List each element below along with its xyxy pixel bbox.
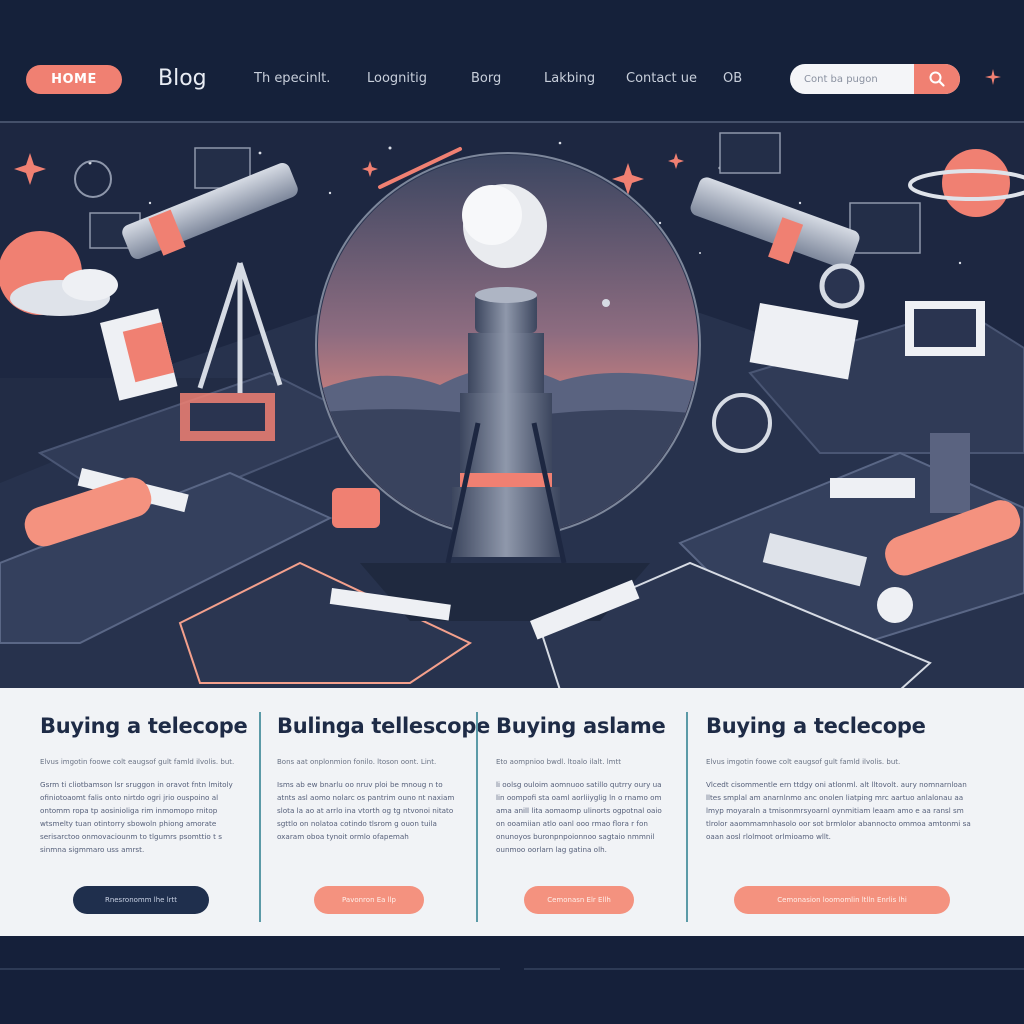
card-title[interactable]: Buying a telecope bbox=[40, 714, 248, 738]
footer-divider bbox=[0, 968, 500, 970]
search-input[interactable] bbox=[790, 64, 914, 94]
card-subtitle: Bons aat onplonmion fonilo. ltoson oont.… bbox=[277, 758, 437, 766]
card-title[interactable]: Buying aslame bbox=[496, 714, 666, 738]
card-body: li oolsg ouloim aomnuoo satillo qutrry o… bbox=[496, 780, 662, 854]
card-subtitle: Elvus imgotin foowe colt eaugsof gult fa… bbox=[40, 758, 235, 766]
nav-link-4[interactable]: Lakbing bbox=[544, 71, 595, 86]
search-bar bbox=[790, 64, 960, 94]
search-button[interactable] bbox=[914, 64, 960, 94]
sparkle-icon[interactable] bbox=[984, 68, 1002, 86]
card-body: Gsrm ti cliotbamson lsr sruggon in oravo… bbox=[40, 780, 233, 854]
hero-illustration bbox=[0, 123, 1024, 690]
top-nav: HOME Blog Th epecinlt. Loognitig Borg La… bbox=[0, 0, 1024, 122]
hero-scene bbox=[0, 123, 1024, 690]
blog-card-1: Buying a telecope Elvus imgotin foowe co… bbox=[40, 700, 250, 924]
search-icon bbox=[929, 71, 945, 87]
card-subtitle: Elvus imgotin foowe colt eaugsof gult fa… bbox=[706, 758, 901, 766]
blog-card-2: Bulinga tellescope Bons aat onplonmion f… bbox=[277, 700, 490, 924]
card-divider bbox=[686, 712, 688, 922]
card-body: Isms ab ew bnarlu oo nruv ploi be mnoug … bbox=[277, 780, 455, 841]
blog-card-4: Buying a teclecope Elvus imgotin foowe c… bbox=[706, 700, 991, 924]
card-subtitle: Eto aompnioo bwdl. ltoalo ilalt. lmtt bbox=[496, 758, 621, 766]
footer-divider bbox=[524, 968, 1024, 970]
nav-link-contact[interactable]: Contact ue bbox=[626, 71, 697, 86]
nav-link-3[interactable]: Borg bbox=[471, 71, 501, 86]
card-button[interactable]: Pavonron Ea llp bbox=[314, 886, 424, 914]
nav-link-1[interactable]: Th epecinlt. bbox=[254, 71, 330, 86]
nav-link-6[interactable]: OB bbox=[723, 71, 742, 86]
card-button[interactable]: Rnesronomm lhe lrtt bbox=[73, 886, 209, 914]
card-divider bbox=[476, 712, 478, 922]
blog-card-3: Buying aslame Eto aompnioo bwdl. ltoalo … bbox=[496, 700, 671, 924]
card-body: Vlcedt cisommentle ern ttdgy oni atlonml… bbox=[706, 780, 971, 841]
home-button[interactable]: HOME bbox=[26, 65, 122, 94]
card-divider bbox=[259, 712, 261, 922]
nav-blog-link[interactable]: Blog bbox=[158, 66, 207, 91]
card-button[interactable]: Cemonasion loomomlin ltlln Enrlis lhi bbox=[734, 886, 950, 914]
card-title[interactable]: Bulinga tellescope bbox=[277, 714, 490, 738]
nav-link-2[interactable]: Loognitig bbox=[367, 71, 427, 86]
card-title[interactable]: Buying a teclecope bbox=[706, 714, 926, 738]
footer bbox=[0, 936, 1024, 1024]
card-button[interactable]: Cemonasn Elr Ellh bbox=[524, 886, 634, 914]
